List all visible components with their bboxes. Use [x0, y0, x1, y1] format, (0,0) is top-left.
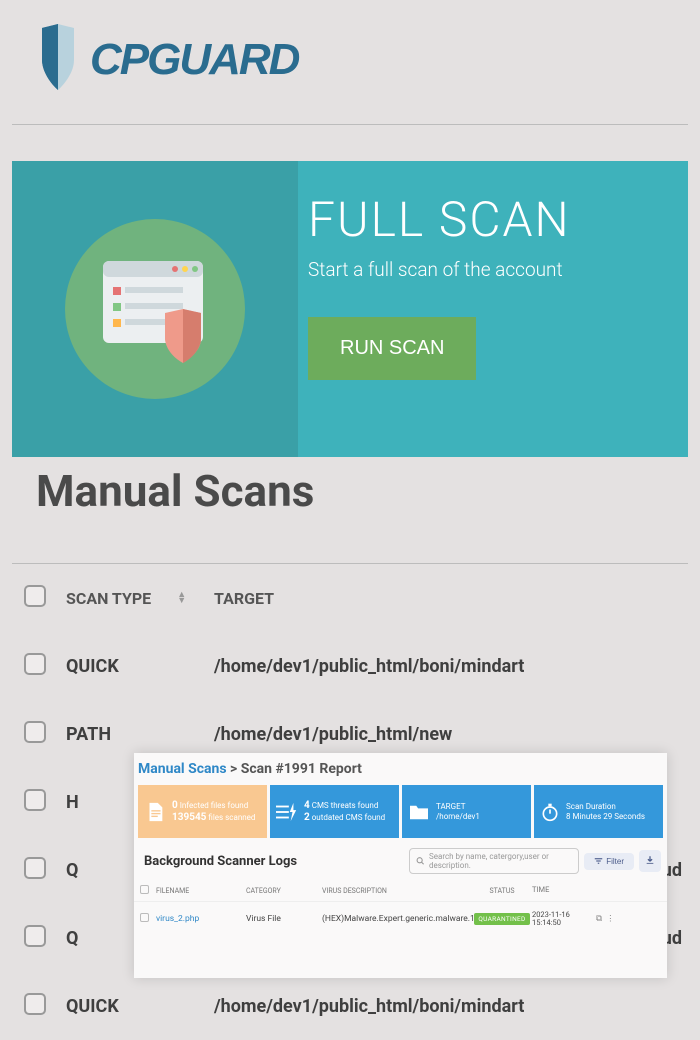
- col-filename: FILENAME: [156, 887, 246, 895]
- download-icon: [645, 855, 655, 865]
- stat-target: TARGET /home/dev1: [402, 785, 531, 838]
- cell-target: /home/dev1/public_html/boni/mindart: [214, 996, 688, 1017]
- table-row[interactable]: QUICK /home/dev1/public_html/boni/mindar…: [12, 972, 688, 1040]
- run-scan-button[interactable]: RUN SCAN: [308, 317, 476, 380]
- download-button[interactable]: [639, 850, 661, 872]
- col-target[interactable]: TARGET: [214, 589, 688, 608]
- cell-target: /home/dev1/public_html/new: [214, 724, 688, 745]
- document-icon: [144, 801, 166, 823]
- log-row-checkbox[interactable]: [140, 913, 149, 922]
- more-icon[interactable]: ⋮: [606, 914, 615, 924]
- folder-icon: [408, 803, 430, 821]
- scan-report-modal: Manual Scans > Scan #1991 Report 0 Infec…: [134, 753, 667, 978]
- row-checkbox[interactable]: [24, 653, 46, 675]
- stat-cms: 4 CMS threats found 2 outdated CMS found: [270, 785, 399, 838]
- col-status: STATUS: [472, 887, 532, 895]
- row-checkbox[interactable]: [24, 789, 46, 811]
- cell-virus: (HEX)Malware.Expert.generic.malware.165: [322, 914, 472, 924]
- log-select-all[interactable]: [140, 885, 149, 894]
- logs-title: Background Scanner Logs: [144, 854, 297, 869]
- stopwatch-icon: [540, 802, 560, 822]
- table-header: SCAN TYPE ▲▼ TARGET: [12, 564, 688, 632]
- cell-scan-type: PATH: [66, 724, 214, 745]
- breadcrumb: Manual Scans > Scan #1991 Report: [134, 753, 667, 785]
- table-row[interactable]: QUICK /home/dev1/public_html/boni/mindar…: [12, 632, 688, 700]
- row-checkbox[interactable]: [24, 857, 46, 879]
- stat-infected: 0 Infected files found 139545 files scan…: [138, 785, 267, 838]
- search-icon: [416, 856, 425, 866]
- log-row[interactable]: virus_2.php Virus File (HEX)Malware.Expe…: [134, 902, 667, 936]
- cell-category: Virus File: [246, 914, 322, 924]
- log-header: FILENAME CATEGORY VIRUS DESCRIPTION STAT…: [134, 880, 667, 902]
- filter-icon: [594, 857, 603, 865]
- banner-illustration: [12, 161, 298, 457]
- col-time: TIME: [532, 886, 596, 894]
- bolt-icon: [276, 802, 298, 822]
- full-scan-banner: FULL SCAN Start a full scan of the accou…: [12, 161, 688, 457]
- section-title: Manual Scans: [36, 465, 700, 517]
- filter-button[interactable]: Filter: [584, 853, 634, 870]
- cell-scan-type: QUICK: [66, 656, 214, 677]
- cell-time: 2023-11-16 15:14:50: [532, 911, 596, 928]
- logo: CPGUARD: [0, 0, 700, 124]
- search-input[interactable]: Search by name, catergory,user or descri…: [409, 848, 579, 874]
- select-all-checkbox[interactable]: [24, 585, 46, 607]
- row-checkbox[interactable]: [24, 993, 46, 1015]
- svg-text:CPGUARD: CPGUARD: [90, 35, 300, 84]
- col-scan-type[interactable]: SCAN TYPE: [66, 589, 151, 608]
- sort-icon[interactable]: ▲▼: [177, 592, 186, 604]
- breadcrumb-link[interactable]: Manual Scans: [138, 761, 227, 777]
- divider: [12, 124, 688, 125]
- status-badge: QUARANTINED: [474, 913, 529, 925]
- banner-title: FULL SCAN: [308, 191, 656, 248]
- cell-scan-type: QUICK: [66, 996, 214, 1017]
- row-checkbox[interactable]: [24, 925, 46, 947]
- breadcrumb-current: > Scan #1991 Report: [230, 761, 362, 777]
- copy-icon[interactable]: ⧉: [596, 914, 602, 924]
- stat-duration: Scan Duration 8 Minutes 29 Seconds: [534, 785, 663, 838]
- banner-subtitle: Start a full scan of the account: [308, 258, 656, 281]
- row-checkbox[interactable]: [24, 721, 46, 743]
- col-virus: VIRUS DESCRIPTION: [322, 887, 472, 895]
- cell-filename[interactable]: virus_2.php: [156, 914, 246, 924]
- cell-target: /home/dev1/public_html/boni/mindart: [214, 656, 688, 677]
- col-category: CATEGORY: [246, 887, 322, 895]
